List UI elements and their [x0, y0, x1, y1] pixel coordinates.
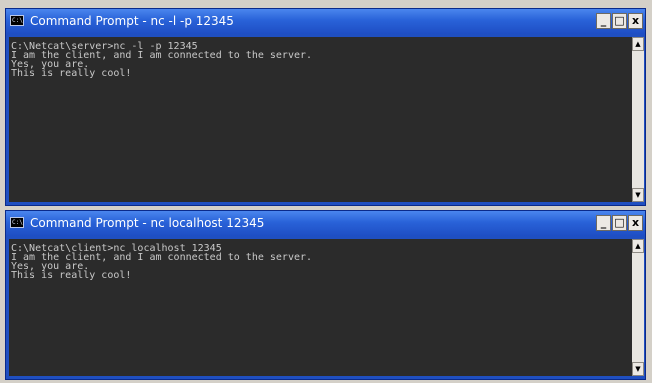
console-line: This is really cool!: [11, 270, 132, 281]
console-line: This is really cool!: [11, 68, 132, 79]
scroll-down-button[interactable]: ▼: [632, 362, 644, 376]
minimize-button[interactable]: _: [596, 215, 611, 231]
vertical-scrollbar[interactable]: ▲ ▼: [632, 37, 644, 202]
close-button[interactable]: x: [628, 215, 643, 231]
vertical-scrollbar[interactable]: ▲ ▼: [632, 239, 644, 376]
console-output[interactable]: C:\Netcat\server>nc -l -p 12345 I am the…: [9, 37, 632, 202]
window-title: Command Prompt - nc localhost 12345: [30, 216, 265, 230]
window-title: Command Prompt - nc -l -p 12345: [30, 14, 234, 28]
console-output[interactable]: C:\Netcat\client>nc localhost 12345 I am…: [9, 239, 632, 376]
command-prompt-icon: C:\: [10, 217, 24, 228]
scroll-up-button[interactable]: ▲: [632, 37, 644, 51]
command-prompt-icon: C:\: [10, 15, 24, 26]
maximize-button[interactable]: □: [612, 13, 627, 29]
scroll-down-button[interactable]: ▼: [632, 188, 644, 202]
command-prompt-window-client[interactable]: C:\ Command Prompt - nc localhost 12345 …: [5, 210, 646, 380]
maximize-button[interactable]: □: [612, 215, 627, 231]
command-prompt-window-server[interactable]: C:\ Command Prompt - nc -l -p 12345 _ □ …: [5, 8, 646, 206]
minimize-button[interactable]: _: [596, 13, 611, 29]
scroll-up-button[interactable]: ▲: [632, 239, 644, 253]
close-button[interactable]: x: [628, 13, 643, 29]
title-bar[interactable]: C:\ Command Prompt - nc -l -p 12345 _ □ …: [6, 9, 645, 34]
title-bar[interactable]: C:\ Command Prompt - nc localhost 12345 …: [6, 211, 645, 236]
